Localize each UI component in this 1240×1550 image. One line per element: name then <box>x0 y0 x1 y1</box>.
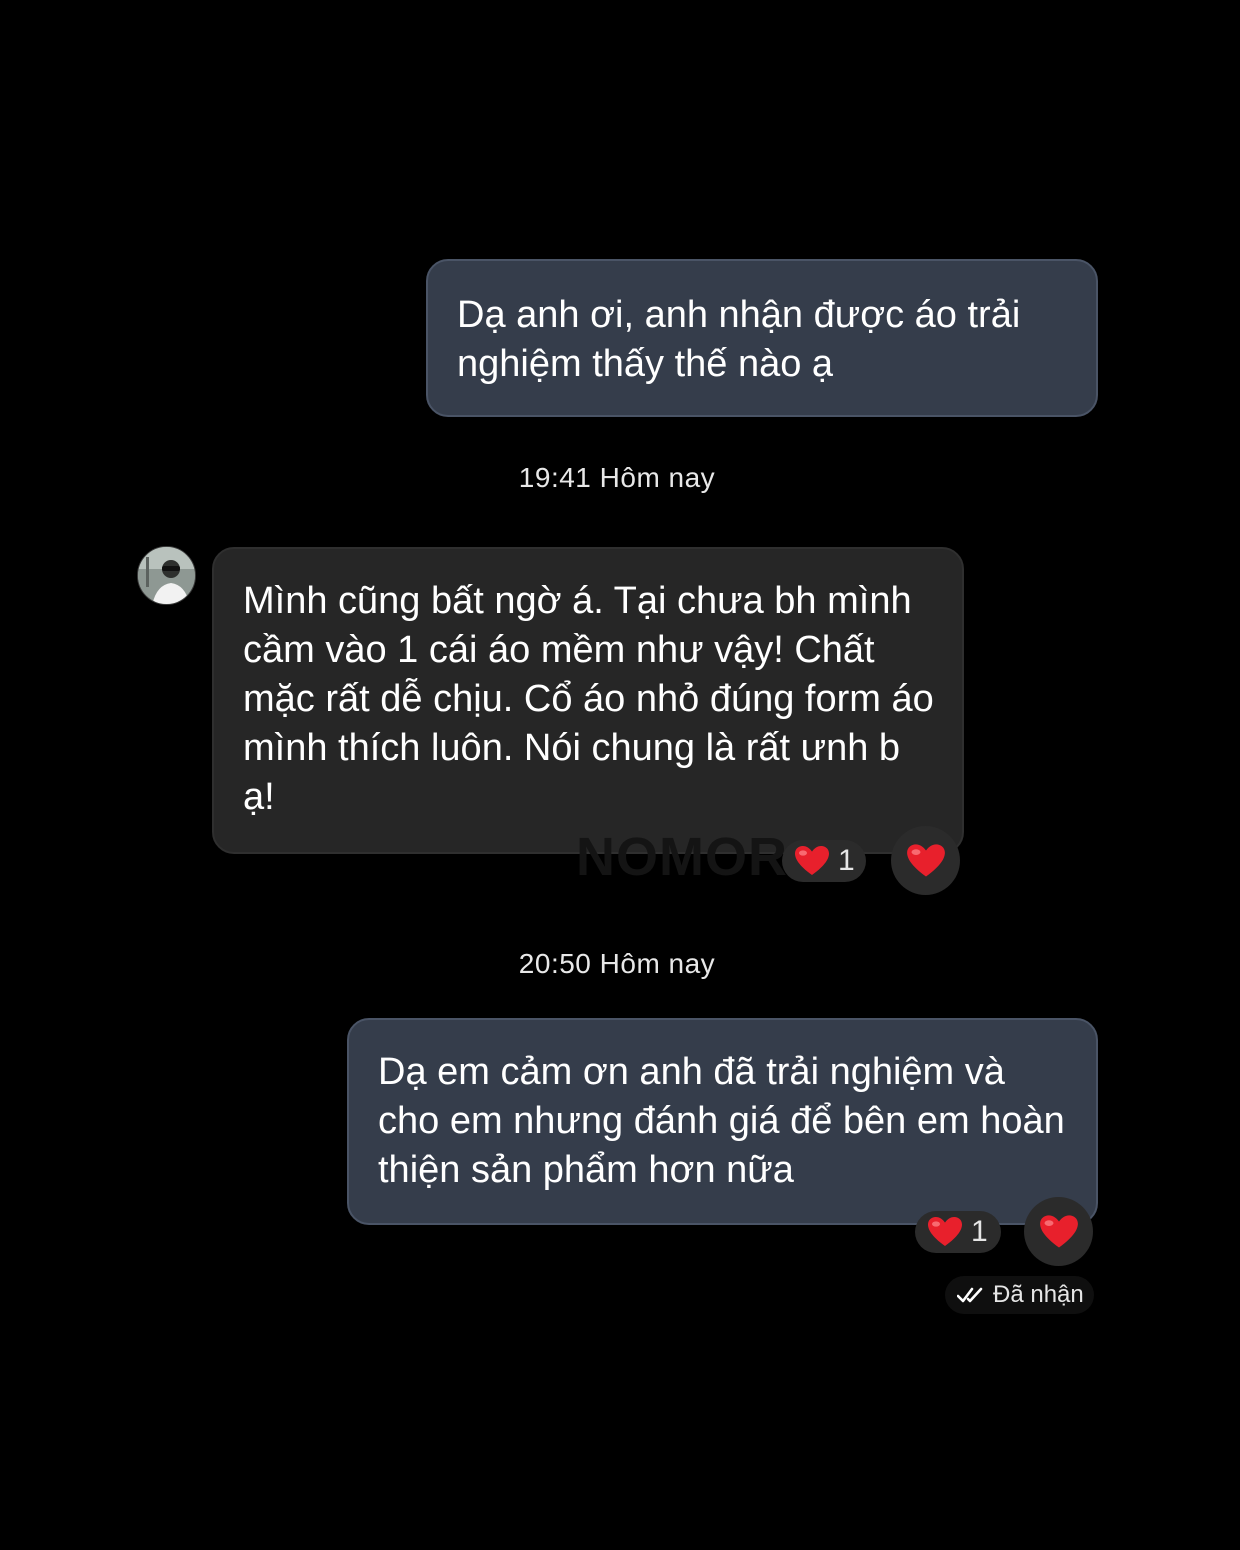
heart-icon <box>1039 1214 1078 1248</box>
double-check-icon <box>957 1287 983 1303</box>
outgoing-message-bubble[interactable]: Dạ anh ơi, anh nhận được áo trải nghiệm … <box>426 259 1098 417</box>
outgoing-message-bubble[interactable]: Dạ em cảm ơn anh đã trải nghiệm và cho e… <box>347 1018 1098 1225</box>
avatar-photo-icon <box>138 547 195 604</box>
contact-avatar[interactable] <box>137 546 196 605</box>
heart-icon <box>928 1217 962 1246</box>
heart-icon <box>906 843 945 877</box>
heart-icon <box>795 846 829 875</box>
message-timestamp: 20:50 Hôm nay <box>518 948 716 979</box>
delivery-status-label: Đã nhận <box>993 1281 1084 1308</box>
reaction-count-pill[interactable]: 1 <box>915 1211 1001 1253</box>
add-reaction-button[interactable] <box>891 826 960 895</box>
incoming-message-bubble[interactable]: Mình cũng bất ngờ á. Tại chưa bh mình cầ… <box>212 547 964 854</box>
reaction-count: 1 <box>838 844 855 877</box>
delivery-status: Đã nhận <box>945 1276 1094 1314</box>
add-reaction-button[interactable] <box>1024 1197 1093 1266</box>
reaction-count: 1 <box>971 1215 988 1248</box>
watermark: NOMOR <box>576 827 788 887</box>
reaction-count-pill[interactable]: 1 <box>782 840 866 882</box>
message-timestamp: 19:41 Hôm nay <box>518 462 716 493</box>
